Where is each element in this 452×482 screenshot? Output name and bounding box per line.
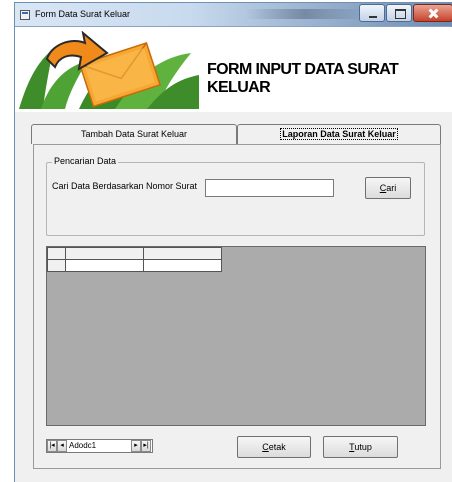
cari-button[interactable]: Cari [365,177,411,199]
grid-cell[interactable] [65,259,144,272]
form-title: FORM INPUT DATA SURAT KELUAR [207,61,399,96]
maximize-icon[interactable] [386,4,412,22]
search-input[interactable] [205,179,334,197]
tab-panel-laporan: Pencarian Data Cari Data Berdasarkan Nom… [33,144,441,469]
window-app-icon[interactable] [20,10,30,20]
cetak-button[interactable]: Cetak [237,436,311,458]
header-banner: FORM INPUT DATA SURAT KELUAR [15,27,452,112]
blurred-title-area [245,9,365,19]
first-record-icon[interactable]: |◂ [47,440,57,452]
adodc-navigator: |◂ ◂ Adodc1 ▸ ▸| [46,439,153,453]
tutup-button[interactable]: Tutup [323,436,398,458]
grid-table [47,247,222,272]
grid-header-row [47,247,222,260]
grid-cell[interactable] [143,259,222,272]
cari-label: ari [386,183,397,193]
adodc-caption: Adodc1 [69,441,97,450]
tab-tambah-data[interactable]: Tambah Data Surat Keluar [31,124,237,144]
mail-envelope-arrow-logo [19,31,199,109]
title-bar[interactable]: Form Data Surat Keluar [15,3,452,27]
row-selector-cell[interactable] [47,259,66,272]
previous-record-icon[interactable]: ◂ [57,440,67,452]
search-field-label: Cari Data Berdasarkan Nomor Surat [52,181,198,191]
tab-tambah-label: Tambah Data Surat Keluar [80,129,188,139]
grid-corner-cell[interactable] [47,247,66,260]
window-title: Form Data Surat Keluar [35,9,131,19]
minimize-icon[interactable] [359,4,385,22]
form-client-area: FORM INPUT DATA SURAT KELUAR Tambah Data… [15,27,452,482]
app-window: Form Data Surat Keluar FORM INPUT DATA S… [14,2,452,482]
next-record-icon[interactable]: ▸ [131,440,141,452]
grid-header-cell[interactable] [143,247,222,260]
cetak-label: etak [268,442,286,452]
tutup-label: utup [354,442,372,452]
grid-header-cell[interactable] [65,247,144,260]
table-row[interactable] [47,259,222,272]
tab-laporan-data[interactable]: Laporan Data Surat Keluar [237,124,441,144]
data-grid[interactable] [46,246,426,426]
last-record-icon[interactable]: ▸| [141,440,151,452]
tab-laporan-label: Laporan Data Surat Keluar [280,128,398,140]
search-groupbox: Pencarian Data [46,156,425,236]
groupbox-label: Pencarian Data [52,156,119,166]
close-icon[interactable] [413,4,452,22]
